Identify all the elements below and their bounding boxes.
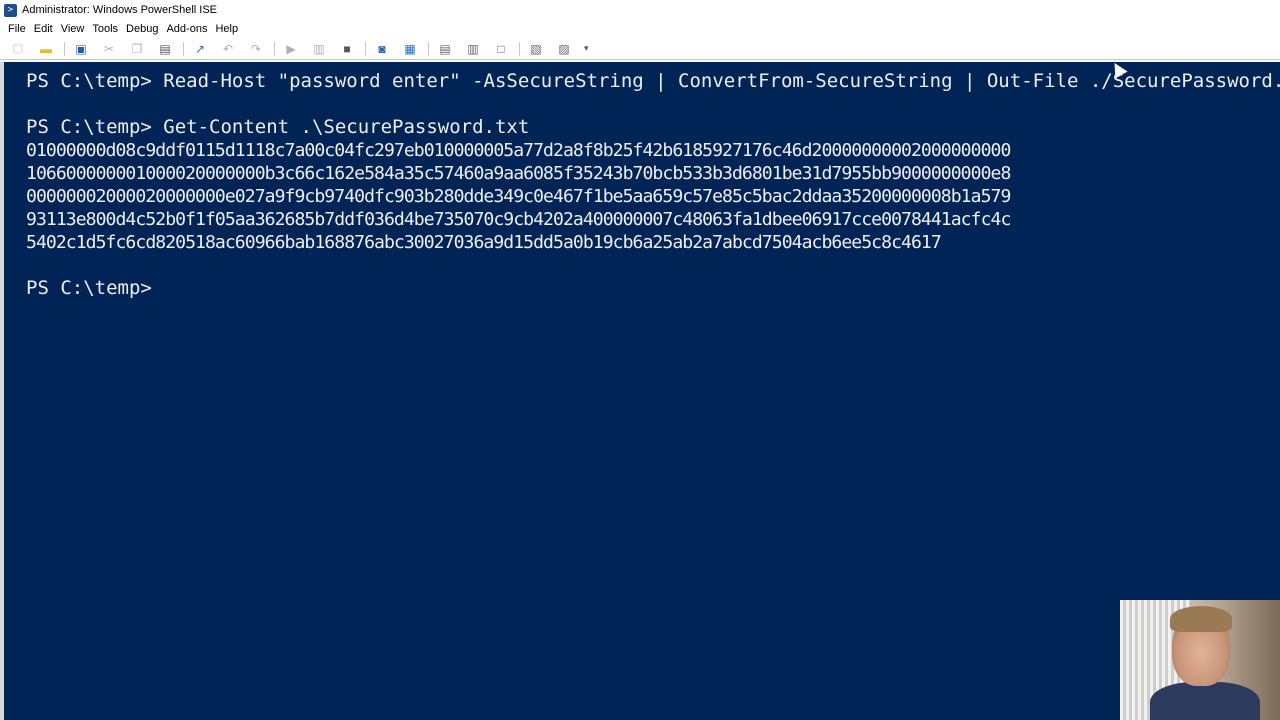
title-bar: > Administrator: Windows PowerShell ISE (0, 0, 1280, 20)
show-script-pane-top-icon[interactable]: ▤ (435, 40, 455, 58)
stop-icon[interactable]: ■ (337, 40, 357, 58)
start-powershell-icon[interactable]: ▦ (400, 40, 420, 58)
menu-edit[interactable]: Edit (30, 23, 57, 35)
new-icon[interactable]: ☐ (8, 40, 28, 58)
open-icon[interactable]: ▬ (36, 40, 56, 58)
toolbar-separator (64, 41, 65, 56)
undo-icon[interactable]: ↶ (218, 40, 238, 58)
toolbar-separator (183, 41, 184, 56)
remote-powershell-icon[interactable]: ◙ (372, 40, 392, 58)
toolbar-separator (365, 41, 366, 56)
webcam-overlay (1120, 600, 1280, 720)
toolbar-separator (274, 41, 275, 56)
menu-debug[interactable]: Debug (122, 23, 162, 35)
webcam-person-hair (1170, 606, 1232, 632)
console-output-line: 93113e800d4c52b0f1f05aa362685b7ddf036d4b… (26, 209, 1011, 230)
console-prompt-line: PS C:\temp> Read-Host "password enter" -… (26, 70, 1280, 92)
webcam-person-body (1150, 682, 1260, 720)
show-command-addon-icon[interactable]: ▨ (554, 40, 574, 58)
copy-icon[interactable]: ❐ (127, 40, 147, 58)
powershell-icon: > (4, 3, 17, 17)
menu-add-ons[interactable]: Add-ons (162, 23, 211, 35)
console-output-line: 01000000d08c9ddf0115d1118c7a00c04fc297eb… (26, 140, 1011, 161)
console-output-line: 00000002000020000000e027a9f9cb9740dfc903… (26, 186, 1011, 207)
console-pane[interactable]: PS C:\temp> Read-Host "password enter" -… (0, 62, 1280, 720)
paste-icon[interactable]: ▤ (155, 40, 175, 58)
redo-icon[interactable]: ↷ (246, 40, 266, 58)
console-output[interactable]: PS C:\temp> Read-Host "password enter" -… (26, 70, 1280, 300)
console-output-line: 5402c1d5fc6cd820518ac60966bab168876abc30… (26, 232, 942, 253)
save-icon[interactable]: ▣ (71, 40, 91, 58)
show-script-pane-maximized-icon[interactable]: □ (491, 40, 511, 58)
toolbar-overflow-icon[interactable]: ▾ (584, 43, 589, 54)
console-prompt-line: PS C:\temp> Get-Content .\SecurePassword… (26, 116, 530, 138)
menu-file[interactable]: File (4, 23, 30, 35)
clear-console-icon[interactable]: ↗ (190, 40, 210, 58)
show-script-pane-right-icon[interactable]: ▥ (463, 40, 483, 58)
window-title: Administrator: Windows PowerShell ISE (22, 4, 218, 16)
menu-bar: File Edit View Tools Debug Add-ons Help (0, 20, 1280, 38)
toolbar: ☐ ▬ ▣ ✂ ❐ ▤ ↗ ↶ ↷ ▶ ▥ ■ ◙ ▦ ▤ ▥ □ ▧ ▨ ▾ (0, 38, 1280, 60)
show-command-window-icon[interactable]: ▧ (526, 40, 546, 58)
menu-tools[interactable]: Tools (88, 23, 122, 35)
toolbar-separator (519, 41, 520, 56)
menu-view[interactable]: View (57, 23, 89, 35)
console-output-line: 106600000001000020000000b3c66c162e584a35… (26, 163, 1011, 184)
run-selection-icon[interactable]: ▥ (309, 40, 329, 58)
console-prompt-line: PS C:\temp> (26, 277, 164, 299)
menu-help[interactable]: Help (211, 23, 242, 35)
toolbar-separator (428, 41, 429, 56)
run-script-icon[interactable]: ▶ (281, 40, 301, 58)
cut-icon[interactable]: ✂ (99, 40, 119, 58)
